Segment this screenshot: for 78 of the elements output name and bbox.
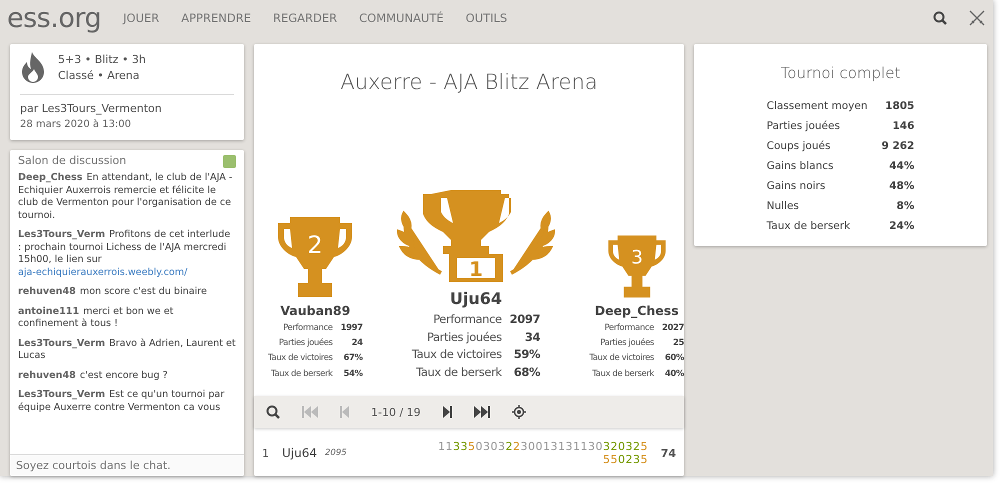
- stat-value: 1805: [884, 100, 914, 112]
- stat-value: 67%: [342, 352, 363, 366]
- stat-value: 54%: [342, 368, 363, 381]
- player-name[interactable]: Uju64: [282, 446, 317, 460]
- search-button[interactable]: [266, 405, 280, 419]
- stat-label: Performance: [282, 322, 333, 335]
- stat-value: 9 262: [881, 140, 914, 152]
- stat-label: Gains noirs: [766, 180, 826, 192]
- nav-link[interactable]: COMMUNAUTÉ: [359, 11, 444, 25]
- chat-message: Les3Tours_Verm Profitons de cet interlude : prochain tournoi Lichess de l'AJA mercredi 15h00, le lien sur aja-echiquierauxerrois.weebly.com/: [18, 229, 236, 279]
- stat-label: Taux de berserk: [270, 368, 333, 381]
- stat-label: Classement moyen: [766, 100, 868, 112]
- player-name[interactable]: Vauban89: [280, 302, 350, 318]
- stat-label: Taux de berserk: [766, 220, 852, 232]
- stat-label: Nulles: [766, 200, 800, 212]
- player-name[interactable]: Uju64: [450, 288, 502, 308]
- target-button[interactable]: [512, 405, 526, 419]
- stat-label: Taux de victoires: [268, 352, 333, 366]
- stat-value: 1997: [340, 322, 363, 335]
- rank-number: 1: [262, 446, 270, 460]
- site-logo[interactable]: ess.org: [7, 2, 102, 34]
- stat-value: 59%: [512, 346, 540, 364]
- stat-value: 8%: [896, 200, 914, 212]
- player-rating: 2095: [325, 448, 347, 458]
- stat-value: 48%: [888, 180, 914, 192]
- chat-message: Les3Tours_Verm Bravo à Adrien, Laurent et Lucas: [18, 338, 236, 362]
- game-type: Classé • Arena: [58, 68, 140, 84]
- stat-value: 24%: [888, 220, 914, 232]
- summary-title: Tournoi complet: [780, 64, 900, 82]
- chat-message: Deep_Chess En attendant, le club de l'AJA - Echiquier Auxerrois remercie et félicite le club de Vermenton pour l'organisation de ce tournoi.: [18, 172, 234, 222]
- stat-label: Parties jouées: [278, 337, 333, 350]
- crossed-swords-icon[interactable]: [969, 10, 985, 26]
- chat-toggle[interactable]: [223, 154, 236, 168]
- stat-label: Gains blancs: [766, 160, 834, 172]
- flame-icon: [20, 52, 46, 84]
- chat-input[interactable]: Soyez courtois dans le chat.: [10, 454, 244, 476]
- trophy-icon: 3: [606, 234, 668, 299]
- nav-link[interactable]: JOUER: [123, 11, 160, 25]
- stat-value: 34: [524, 328, 540, 346]
- stat-value: 146: [891, 120, 914, 132]
- stat-value: 24: [350, 337, 363, 350]
- nav-link[interactable]: OUTILS: [466, 11, 508, 25]
- game-format: 5+3 • Blitz • 3h: [58, 52, 146, 68]
- stat-value: 44%: [888, 160, 914, 172]
- last-page-button[interactable]: [474, 406, 490, 418]
- stat-label: Taux de victoires: [589, 352, 654, 366]
- stat-value: 2097: [510, 310, 540, 328]
- stat-value: 68%: [512, 364, 540, 382]
- stat-label: Taux de berserk: [591, 368, 654, 381]
- nav-link[interactable]: REGARDER: [272, 11, 338, 25]
- stat-label: Taux de berserk: [415, 364, 502, 382]
- stat-value: 25: [672, 337, 684, 350]
- stat-label: Performance: [603, 322, 654, 335]
- stat-value: 60%: [664, 352, 684, 366]
- nav-link[interactable]: APPRENDRE: [181, 11, 251, 25]
- chat-title: Salon de discussion: [18, 153, 126, 169]
- page-range: 1-10 / 19: [371, 406, 421, 418]
- next-page-button[interactable]: [442, 406, 452, 418]
- player-name[interactable]: Deep_Chess: [594, 302, 679, 318]
- chat-message: antoine111 merci et bon we et confinement à tous !: [18, 306, 174, 330]
- search-icon[interactable]: [933, 11, 947, 25]
- organizer-text: par Les3Tours_Vermenton: [20, 101, 163, 117]
- chat-message: rehuven48 mon score c'est du binaire: [18, 286, 208, 298]
- chat-message: rehuven48 c'est encore bug ?: [18, 370, 169, 382]
- stat-label: Performance: [432, 310, 502, 328]
- stat-label: Coups joués: [766, 140, 832, 152]
- stat-label: Parties jouées: [426, 328, 502, 346]
- stat-label: Parties jouées: [766, 120, 841, 132]
- score-sheet: 1 133503032230013131 130320325 550235: [437, 440, 648, 466]
- tournament-title: Auxerre - AJA Blitz Arena: [339, 70, 599, 94]
- stat-value: 40%: [664, 368, 684, 381]
- stat-label: Parties jouées: [599, 337, 654, 350]
- chat-link[interactable]: aja-echiquierauxerrois.weebly.com/: [18, 266, 236, 279]
- chat-message: Les3Tours_Verm Est ce qu'un tournoi par équipe Auxerre contre Vermenton ca vous: [18, 389, 226, 414]
- stat-label: Taux de victoires: [412, 346, 502, 364]
- stat-value: 2027: [662, 322, 684, 335]
- total-score: 74: [660, 446, 676, 460]
- date-text: 28 mars 2020 à 13:00: [20, 118, 132, 132]
